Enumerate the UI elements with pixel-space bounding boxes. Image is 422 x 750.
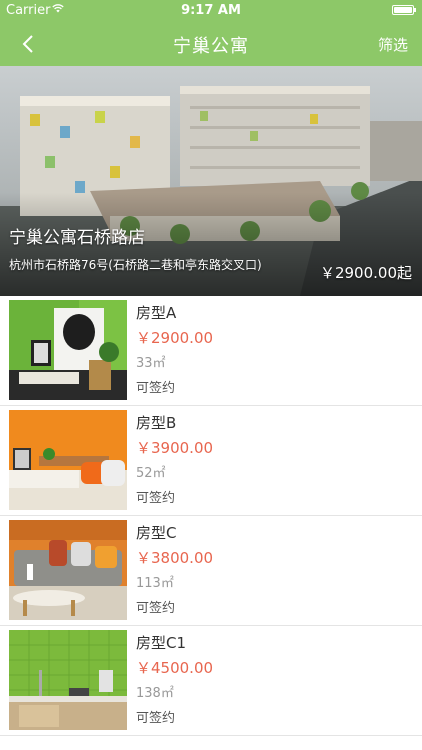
page-title: 宁巢公寓 <box>173 36 249 57</box>
room-area: 138㎡ <box>136 686 174 701</box>
room-area: 113㎡ <box>136 576 174 591</box>
room-photo <box>9 520 127 620</box>
status-bar: Carrier 9:17 AM <box>0 0 422 22</box>
battery-icon <box>392 5 416 15</box>
room-type-name: 房型A <box>136 304 177 322</box>
room-row-b[interactable]: 房型B ￥3900.00 52㎡ 可签约 <box>0 406 422 516</box>
room-photo <box>9 300 127 400</box>
room-row-a[interactable]: 房型A ￥2900.00 33㎡ 可签约 <box>0 296 422 406</box>
room-area: 52㎡ <box>136 466 166 481</box>
room-price: ￥2900.00 <box>136 329 214 347</box>
room-status: 可签约 <box>136 601 176 616</box>
app-header: Carrier 9:17 AM 宁巢公寓 筛选 <box>0 0 422 66</box>
filter-button[interactable]: 筛选 <box>378 34 408 55</box>
room-type-name: 房型C1 <box>136 634 187 652</box>
room-price: ￥3900.00 <box>136 439 214 457</box>
apartment-banner[interactable]: 宁巢公寓石桥路店 杭州市石桥路76号(石桥路二巷和亭东路交叉口) ￥2900.0… <box>0 66 422 296</box>
room-type-name: 房型C <box>136 524 177 542</box>
room-price: ￥3800.00 <box>136 549 214 567</box>
apartment-name: 宁巢公寓石桥路店 <box>9 228 145 248</box>
room-status: 可签约 <box>136 491 176 506</box>
room-status: 可签约 <box>136 381 176 396</box>
room-row-c[interactable]: 房型C ￥3800.00 113㎡ 可签约 <box>0 516 422 626</box>
room-price: ￥4500.00 <box>136 659 214 677</box>
starting-price: ￥2900.00起 <box>319 264 412 282</box>
status-time: 9:17 AM <box>181 3 241 18</box>
room-row-c1[interactable]: 房型C1 ￥4500.00 138㎡ 可签约 <box>0 626 422 736</box>
room-area: 33㎡ <box>136 356 166 371</box>
room-photo <box>9 630 127 730</box>
room-type-name: 房型B <box>136 414 177 432</box>
room-status: 可签约 <box>136 711 176 726</box>
apartment-address: 杭州市石桥路76号(石桥路二巷和亭东路交叉口) <box>9 258 262 272</box>
nav-bar: 宁巢公寓 筛选 <box>0 22 422 66</box>
room-photo <box>9 410 127 510</box>
